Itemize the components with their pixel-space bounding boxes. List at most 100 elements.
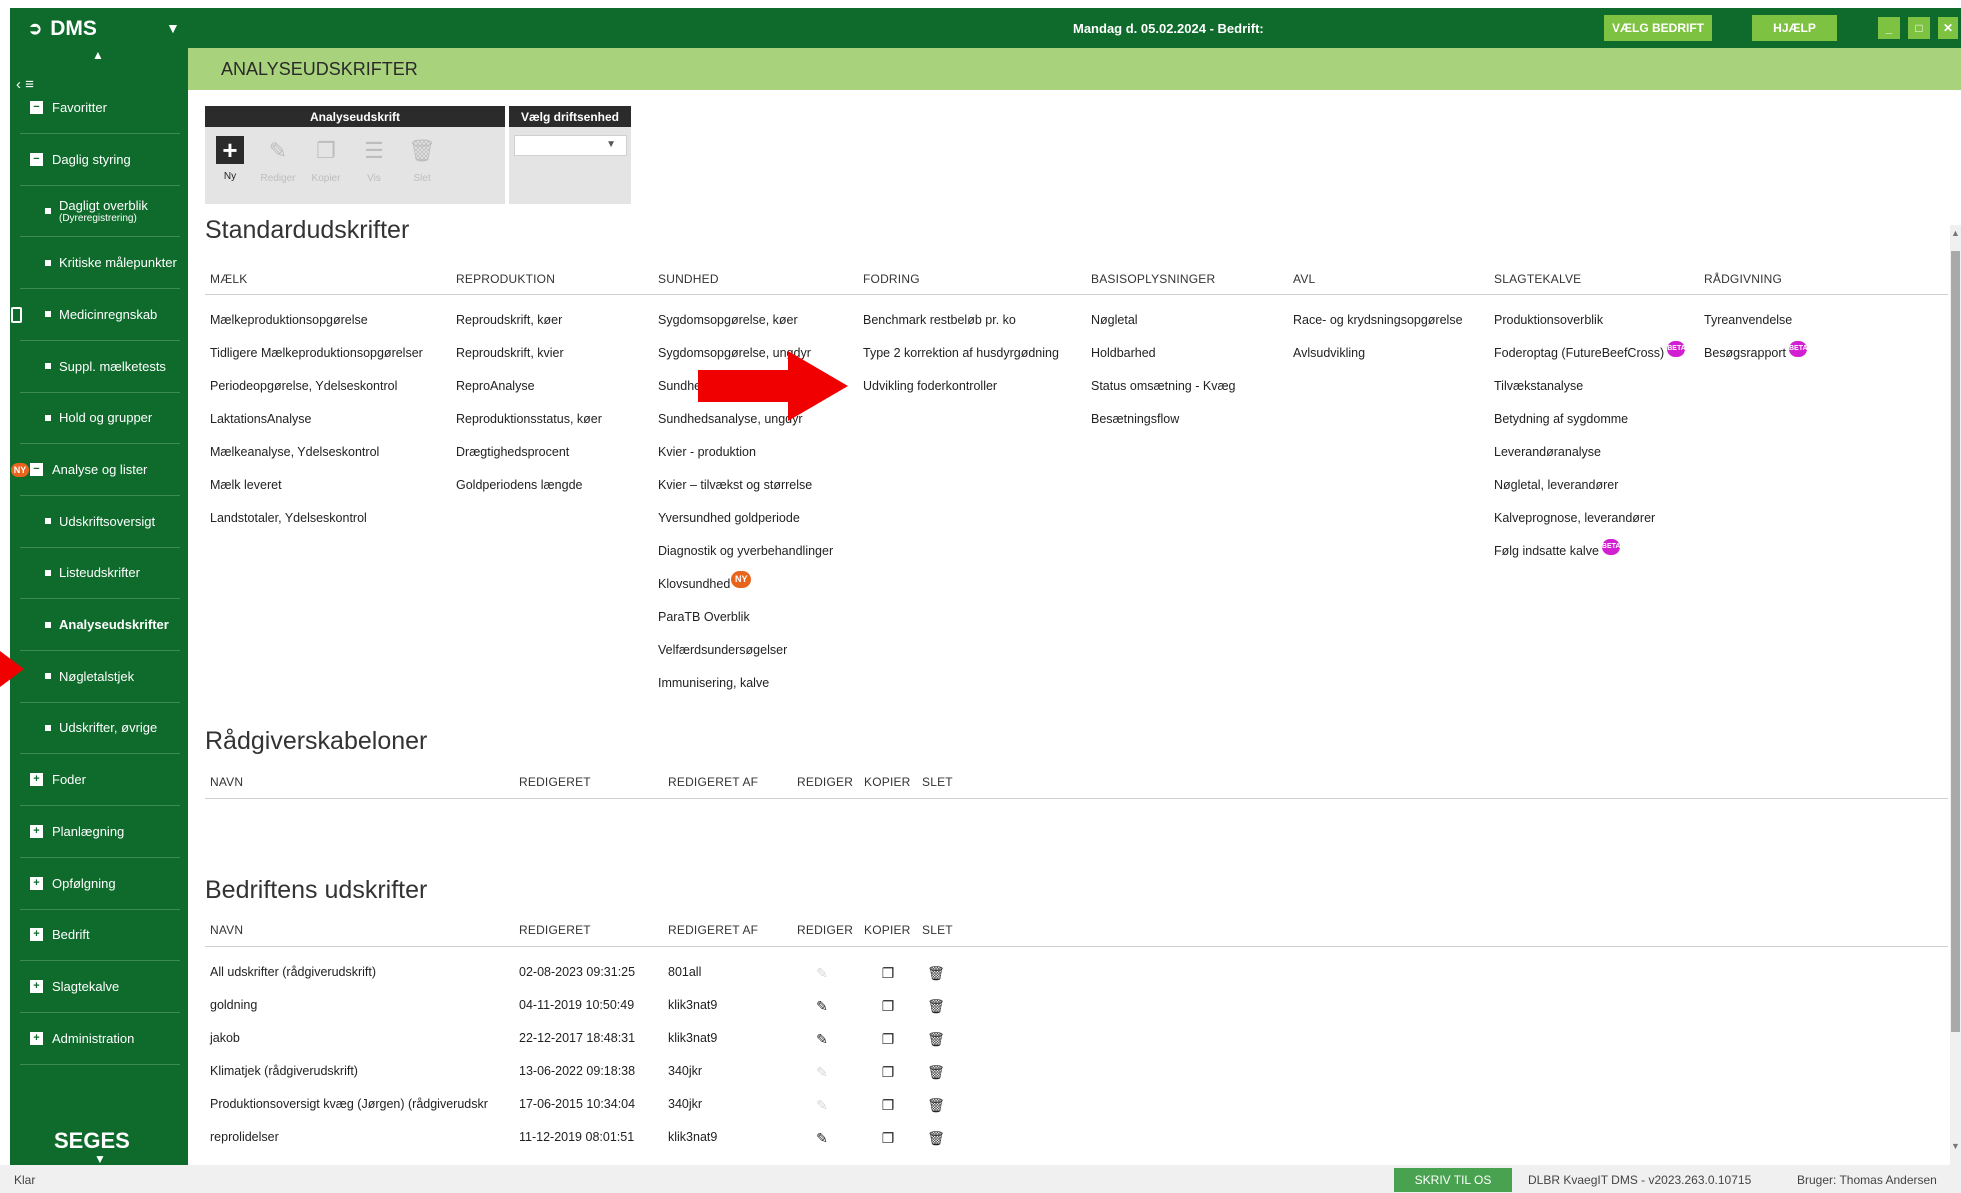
- write-to-us-button[interactable]: SKRIV TIL OS: [1394, 1168, 1512, 1192]
- sidebar-item-slagtekalve[interactable]: + Slagtekalve: [20, 961, 180, 1013]
- report-link[interactable]: Besætningsflow: [1091, 412, 1179, 426]
- report-link[interactable]: Udvikling foderkontroller: [863, 379, 997, 393]
- sidebar-item-udskriftsoversigt[interactable]: Udskriftsoversigt: [20, 496, 180, 548]
- report-link[interactable]: ReproAnalyse: [456, 379, 535, 393]
- toolbar-slet-button[interactable]: 🗑 Slet: [402, 136, 442, 184]
- copy-icon[interactable]: ❐: [881, 1064, 895, 1080]
- report-link[interactable]: Sundhe: [658, 379, 701, 393]
- trash-icon[interactable]: 🗑: [927, 1031, 945, 1047]
- row-name[interactable]: jakob: [210, 1031, 240, 1045]
- trash-icon[interactable]: 🗑: [927, 965, 945, 981]
- scroll-up-arrow-icon[interactable]: ▲: [1951, 228, 1960, 238]
- sidebar-item-dagligt-overblik[interactable]: Dagligt overblik (Dyreregistrering): [20, 185, 180, 238]
- pencil-icon[interactable]: ✎: [815, 1031, 829, 1047]
- unit-select[interactable]: ▼: [514, 135, 627, 156]
- report-link[interactable]: Type 2 korrektion af husdyrgødning: [863, 346, 1059, 360]
- report-link[interactable]: Periodeopgørelse, Ydelseskontrol: [210, 379, 397, 393]
- sidebar-item-favoritter[interactable]: − Favoritter: [20, 82, 180, 134]
- sidebar-item-analyse-og-lister[interactable]: − Analyse og lister: [20, 444, 180, 496]
- report-link[interactable]: Besøgsrapport BETA: [1704, 341, 1808, 362]
- toolbar-rediger-button[interactable]: ✎ Rediger: [258, 136, 298, 184]
- report-link[interactable]: Nøgletal: [1091, 313, 1138, 327]
- toolbar-vis-button[interactable]: ☰ Vis: [354, 136, 394, 184]
- copy-icon[interactable]: ❐: [881, 965, 895, 981]
- report-link[interactable]: Nøgletal, leverandører: [1494, 478, 1618, 492]
- report-link[interactable]: Kvier – tilvækst og størrelse: [658, 478, 812, 492]
- report-link[interactable]: Status omsætning - Kvæg: [1091, 379, 1236, 393]
- report-link[interactable]: Produktionsoverblik: [1494, 313, 1603, 327]
- sidebar-item-opfølgning[interactable]: + Opfølgning: [20, 858, 180, 910]
- copy-icon[interactable]: ❐: [881, 1031, 895, 1047]
- row-name[interactable]: All udskrifter (rådgiverudskrift): [210, 965, 376, 979]
- scroll-up-icon[interactable]: ▲: [92, 48, 104, 62]
- toolbar-ny-button[interactable]: + Ny: [210, 136, 250, 182]
- trash-icon[interactable]: 🗑: [927, 1097, 945, 1113]
- sidebar-item-planlægning[interactable]: + Planlægning: [20, 806, 180, 858]
- sidebar-item-kritiske-målepunkter[interactable]: Kritiske målepunkter: [20, 237, 180, 290]
- minimize-icon[interactable]: _: [1878, 17, 1900, 39]
- report-link[interactable]: Reproudskrift, kvier: [456, 346, 564, 360]
- sidebar-item-analyseudskrifter[interactable]: Analyseudskrifter: [20, 599, 180, 651]
- sidebar-item-listeudskrifter[interactable]: Listeudskrifter: [20, 547, 180, 600]
- sidebar-item-foder[interactable]: + Foder: [20, 754, 180, 807]
- sidebar-item-administration[interactable]: + Administration: [20, 1013, 180, 1065]
- report-link[interactable]: Leverandøranalyse: [1494, 445, 1601, 459]
- report-link[interactable]: LaktationsAnalyse: [210, 412, 311, 426]
- sidebar-item-medicinregnskab[interactable]: Medicinregnskab: [20, 289, 180, 341]
- trash-icon[interactable]: 🗑: [927, 1130, 945, 1146]
- row-name[interactable]: Klimatjek (rådgiverudskrift): [210, 1064, 358, 1078]
- report-link[interactable]: Mælk leveret: [210, 478, 282, 492]
- report-link[interactable]: Mælkeanalyse, Ydelseskontrol: [210, 445, 379, 459]
- scroll-down-icon[interactable]: ▼: [94, 1152, 106, 1166]
- report-link[interactable]: Velfærdsundersøgelser: [658, 643, 787, 657]
- report-link[interactable]: Yversundhed goldperiode: [658, 511, 800, 525]
- report-link[interactable]: Goldperiodens længde: [456, 478, 582, 492]
- report-link[interactable]: Kalveprognose, leverandører: [1494, 511, 1655, 525]
- pencil-icon[interactable]: ✎: [815, 1064, 829, 1080]
- report-link[interactable]: Drægtighedsprocent: [456, 445, 569, 459]
- report-link[interactable]: Avlsudvikling: [1293, 346, 1365, 360]
- pencil-icon[interactable]: ✎: [815, 1130, 829, 1146]
- row-name[interactable]: reprolidelser: [210, 1130, 279, 1144]
- pencil-icon[interactable]: ✎: [815, 998, 829, 1014]
- report-link[interactable]: Mælkeproduktionsopgørelse: [210, 313, 368, 327]
- report-link[interactable]: Foderoptag (FutureBeefCross) BETA: [1494, 341, 1686, 362]
- report-link[interactable]: Reproudskrift, køer: [456, 313, 562, 327]
- select-company-button[interactable]: VÆLG BEDRIFT: [1604, 15, 1712, 41]
- report-link[interactable]: Reproduktionsstatus, køer: [456, 412, 602, 426]
- report-link[interactable]: Kvier - produktion: [658, 445, 756, 459]
- close-icon[interactable]: ✕: [1938, 17, 1958, 39]
- pencil-icon[interactable]: ✎: [815, 1097, 829, 1113]
- report-link[interactable]: Tyreanvendelse: [1704, 313, 1792, 327]
- report-link[interactable]: Tidligere Mælkeproduktionsopgørelser: [210, 346, 423, 360]
- sidebar-item-udskrifter-øvrige[interactable]: Udskrifter, øvrige: [20, 702, 180, 755]
- maximize-icon[interactable]: □: [1908, 17, 1930, 39]
- report-link[interactable]: Benchmark restbeløb pr. ko: [863, 313, 1016, 327]
- pencil-icon[interactable]: ✎: [815, 965, 829, 981]
- sidebar-item-nøgletalstjek[interactable]: Nøgletalstjek: [20, 651, 180, 703]
- sidebar-item-bedrift[interactable]: + Bedrift: [20, 909, 180, 962]
- report-link[interactable]: Diagnostik og yverbehandlinger: [658, 544, 833, 558]
- report-link[interactable]: Immunisering, kalve: [658, 676, 769, 690]
- scrollbar-thumb[interactable]: [1951, 251, 1960, 1032]
- sidebar-item-hold-og-grupper[interactable]: Hold og grupper: [20, 392, 180, 445]
- report-link[interactable]: Sygdomsopgørelse, køer: [658, 313, 798, 327]
- sidebar-item-suppl-mælketests[interactable]: Suppl. mælketests: [20, 341, 180, 393]
- row-name[interactable]: Produktionsoversigt kvæg (Jørgen) (rådgi…: [210, 1097, 488, 1111]
- report-link[interactable]: ParaTB Overblik: [658, 610, 750, 624]
- trash-icon[interactable]: 🗑: [927, 998, 945, 1014]
- toolbar-kopier-button[interactable]: ❐ Kopier: [306, 136, 346, 184]
- copy-icon[interactable]: ❐: [881, 1130, 895, 1146]
- report-link[interactable]: Betydning af sygdomme: [1494, 412, 1628, 426]
- report-link[interactable]: Landstotaler, Ydelseskontrol: [210, 511, 367, 525]
- report-link[interactable]: Klovsundhed NY: [658, 571, 752, 594]
- report-link[interactable]: Race- og krydsningsopgørelse: [1293, 313, 1463, 327]
- report-link[interactable]: Tilvækstanalyse: [1494, 379, 1583, 393]
- report-link[interactable]: Følg indsatte kalve BETA: [1494, 539, 1620, 560]
- copy-icon[interactable]: ❐: [881, 998, 895, 1014]
- row-name[interactable]: goldning: [210, 998, 257, 1012]
- trash-icon[interactable]: 🗑: [927, 1064, 945, 1080]
- copy-icon[interactable]: ❐: [881, 1097, 895, 1113]
- help-button[interactable]: HJÆLP: [1752, 15, 1837, 41]
- scroll-down-arrow-icon[interactable]: ▼: [1951, 1141, 1960, 1151]
